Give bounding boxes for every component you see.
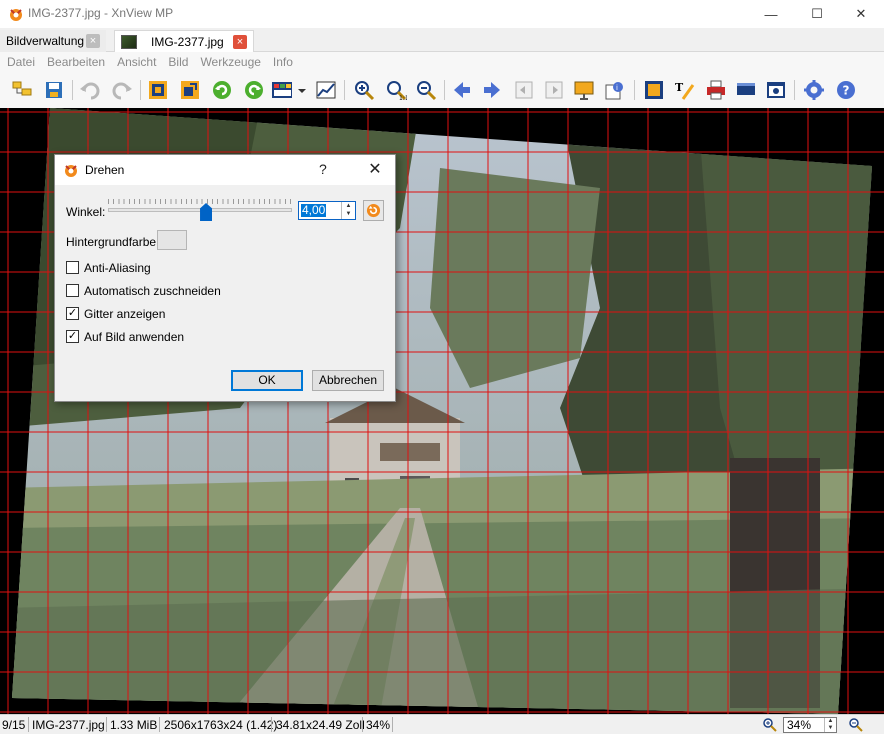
status-dimensions: 2506x1763x24 (1.42) [164, 718, 278, 732]
status-filename: IMG-2377.jpg [32, 718, 105, 732]
slideshow-icon[interactable] [572, 78, 596, 102]
svg-text:T: T [675, 81, 684, 94]
menu-bild[interactable]: Bild [168, 55, 188, 69]
color-adjust-icon[interactable] [270, 78, 294, 102]
help-icon[interactable]: ? [834, 78, 858, 102]
cancel-button[interactable]: Abbrechen [312, 370, 384, 391]
zoom-input[interactable]: 34% ▲ ▼ [783, 717, 837, 733]
anti-aliasing-checkbox[interactable] [66, 261, 79, 274]
reset-icon [366, 203, 381, 218]
reset-angle-button[interactable] [363, 200, 384, 221]
tab-close-icon[interactable]: × [233, 35, 247, 49]
prev-icon[interactable] [450, 78, 474, 102]
tab-bildverwaltung[interactable]: Bildverwaltung × [0, 30, 106, 52]
background-color-label: Hintergrundfarbe [66, 235, 157, 249]
dialog-title: Drehen [85, 163, 125, 177]
show-grid-checkbox[interactable]: ✓ [66, 307, 79, 320]
status-print-size: 34.81x24.49 Zoll [276, 718, 365, 732]
undo-icon[interactable] [78, 78, 102, 102]
dialog-close-button[interactable]: ✕ [361, 159, 389, 181]
status-position: 9/15 [2, 718, 26, 732]
tab-close-icon[interactable]: × [86, 34, 100, 48]
window-title: IMG-2377.jpg - XnView MP [28, 6, 174, 20]
properties-icon[interactable]: i [602, 78, 626, 102]
angle-slider[interactable] [108, 208, 292, 212]
angle-spinner[interactable]: ▲ ▼ [341, 202, 355, 219]
close-button[interactable]: ✕ [838, 0, 884, 28]
rotate-dialog: Drehen ? ✕ Winkel: 4,00 ▲ ▼ Hintergrundfa… [54, 154, 396, 402]
tab-label: IMG-2377.jpg [151, 34, 224, 49]
status-filesize: 1.33 MiB [110, 718, 158, 732]
xnview-logo-icon [10, 9, 22, 21]
title-bar: IMG-2377.jpg - XnView MP — ☐ ✕ [0, 0, 884, 28]
zoom-actual-icon[interactable]: 1:1 [384, 78, 408, 102]
folder-tree-icon[interactable] [10, 78, 34, 102]
menu-ansicht[interactable]: Ansicht [117, 55, 156, 69]
zoom-input-value: 34% [787, 718, 812, 732]
levels-icon[interactable] [314, 78, 338, 102]
image-thumbnail-icon [121, 34, 137, 49]
tab-bar: Bildverwaltung × IMG-2377.jpg × [0, 28, 884, 52]
rotate-right-icon[interactable] [242, 78, 266, 102]
show-grid-label: Gitter anzeigen [84, 307, 166, 321]
capture-icon[interactable] [764, 78, 788, 102]
redo-icon[interactable] [110, 78, 134, 102]
menu-bearbeiten[interactable]: Bearbeiten [47, 55, 105, 69]
save-icon[interactable] [42, 78, 66, 102]
zoom-spinner[interactable]: ▲ ▼ [824, 718, 836, 732]
apply-to-image-label: Auf Bild anwenden [84, 330, 185, 344]
menu-info[interactable]: Info [273, 55, 293, 69]
zoom-out-icon[interactable] [414, 78, 438, 102]
anti-aliasing-label: Anti-Aliasing [84, 261, 151, 275]
fit-window-icon[interactable] [642, 78, 666, 102]
chevron-down-icon[interactable] [296, 78, 308, 102]
next-icon[interactable] [480, 78, 504, 102]
angle-label: Winkel: [66, 205, 106, 219]
angle-slider-thumb[interactable] [200, 203, 213, 221]
menu-werkzeuge[interactable]: Werkzeuge [200, 55, 260, 69]
angle-slider-ticks [108, 199, 292, 204]
rotate-left-icon[interactable] [210, 78, 234, 102]
maximize-button[interactable]: ☐ [794, 0, 840, 28]
print-icon[interactable] [704, 78, 728, 102]
text-icon[interactable]: T [672, 78, 696, 102]
last-page-icon[interactable] [542, 78, 566, 102]
toolbar: 1:1 i T ? [0, 72, 884, 108]
menu-bar: Datei Bearbeiten Ansicht Bild Werkzeuge … [0, 52, 884, 72]
angle-input-value: 4,00 [301, 203, 327, 217]
resize-icon[interactable] [178, 78, 202, 102]
background-color-swatch[interactable] [157, 230, 187, 250]
auto-crop-checkbox[interactable] [66, 284, 79, 297]
scanner-icon[interactable] [734, 78, 758, 102]
dialog-help-button[interactable]: ? [319, 161, 327, 177]
settings-icon[interactable] [802, 78, 826, 102]
crop-icon[interactable] [146, 78, 170, 102]
svg-text:?: ? [843, 84, 850, 98]
dialog-title-bar[interactable]: Drehen ? ✕ [55, 155, 395, 185]
zoom-in-small-icon[interactable] [762, 717, 778, 733]
zoom-out-small-icon[interactable] [848, 717, 864, 733]
svg-text:1:1: 1:1 [399, 95, 407, 101]
status-zoom: 34% [366, 718, 391, 732]
svg-text:i: i [616, 84, 618, 92]
tab-image[interactable]: IMG-2377.jpg × [114, 30, 254, 52]
minimize-button[interactable]: — [748, 0, 794, 28]
apply-to-image-checkbox[interactable]: ✓ [66, 330, 79, 343]
first-page-icon[interactable] [512, 78, 536, 102]
menu-datei[interactable]: Datei [7, 55, 35, 69]
ok-button[interactable]: OK [231, 370, 303, 391]
auto-crop-label: Automatisch zuschneiden [84, 284, 221, 298]
zoom-in-icon[interactable] [352, 78, 376, 102]
status-bar: 9/15 IMG-2377.jpg 1.33 MiB 2506x1763x24 … [0, 714, 884, 734]
angle-input[interactable]: 4,00 ▲ ▼ [298, 201, 356, 220]
tab-label: Bildverwaltung [6, 34, 85, 48]
xnview-logo-icon [65, 165, 77, 177]
